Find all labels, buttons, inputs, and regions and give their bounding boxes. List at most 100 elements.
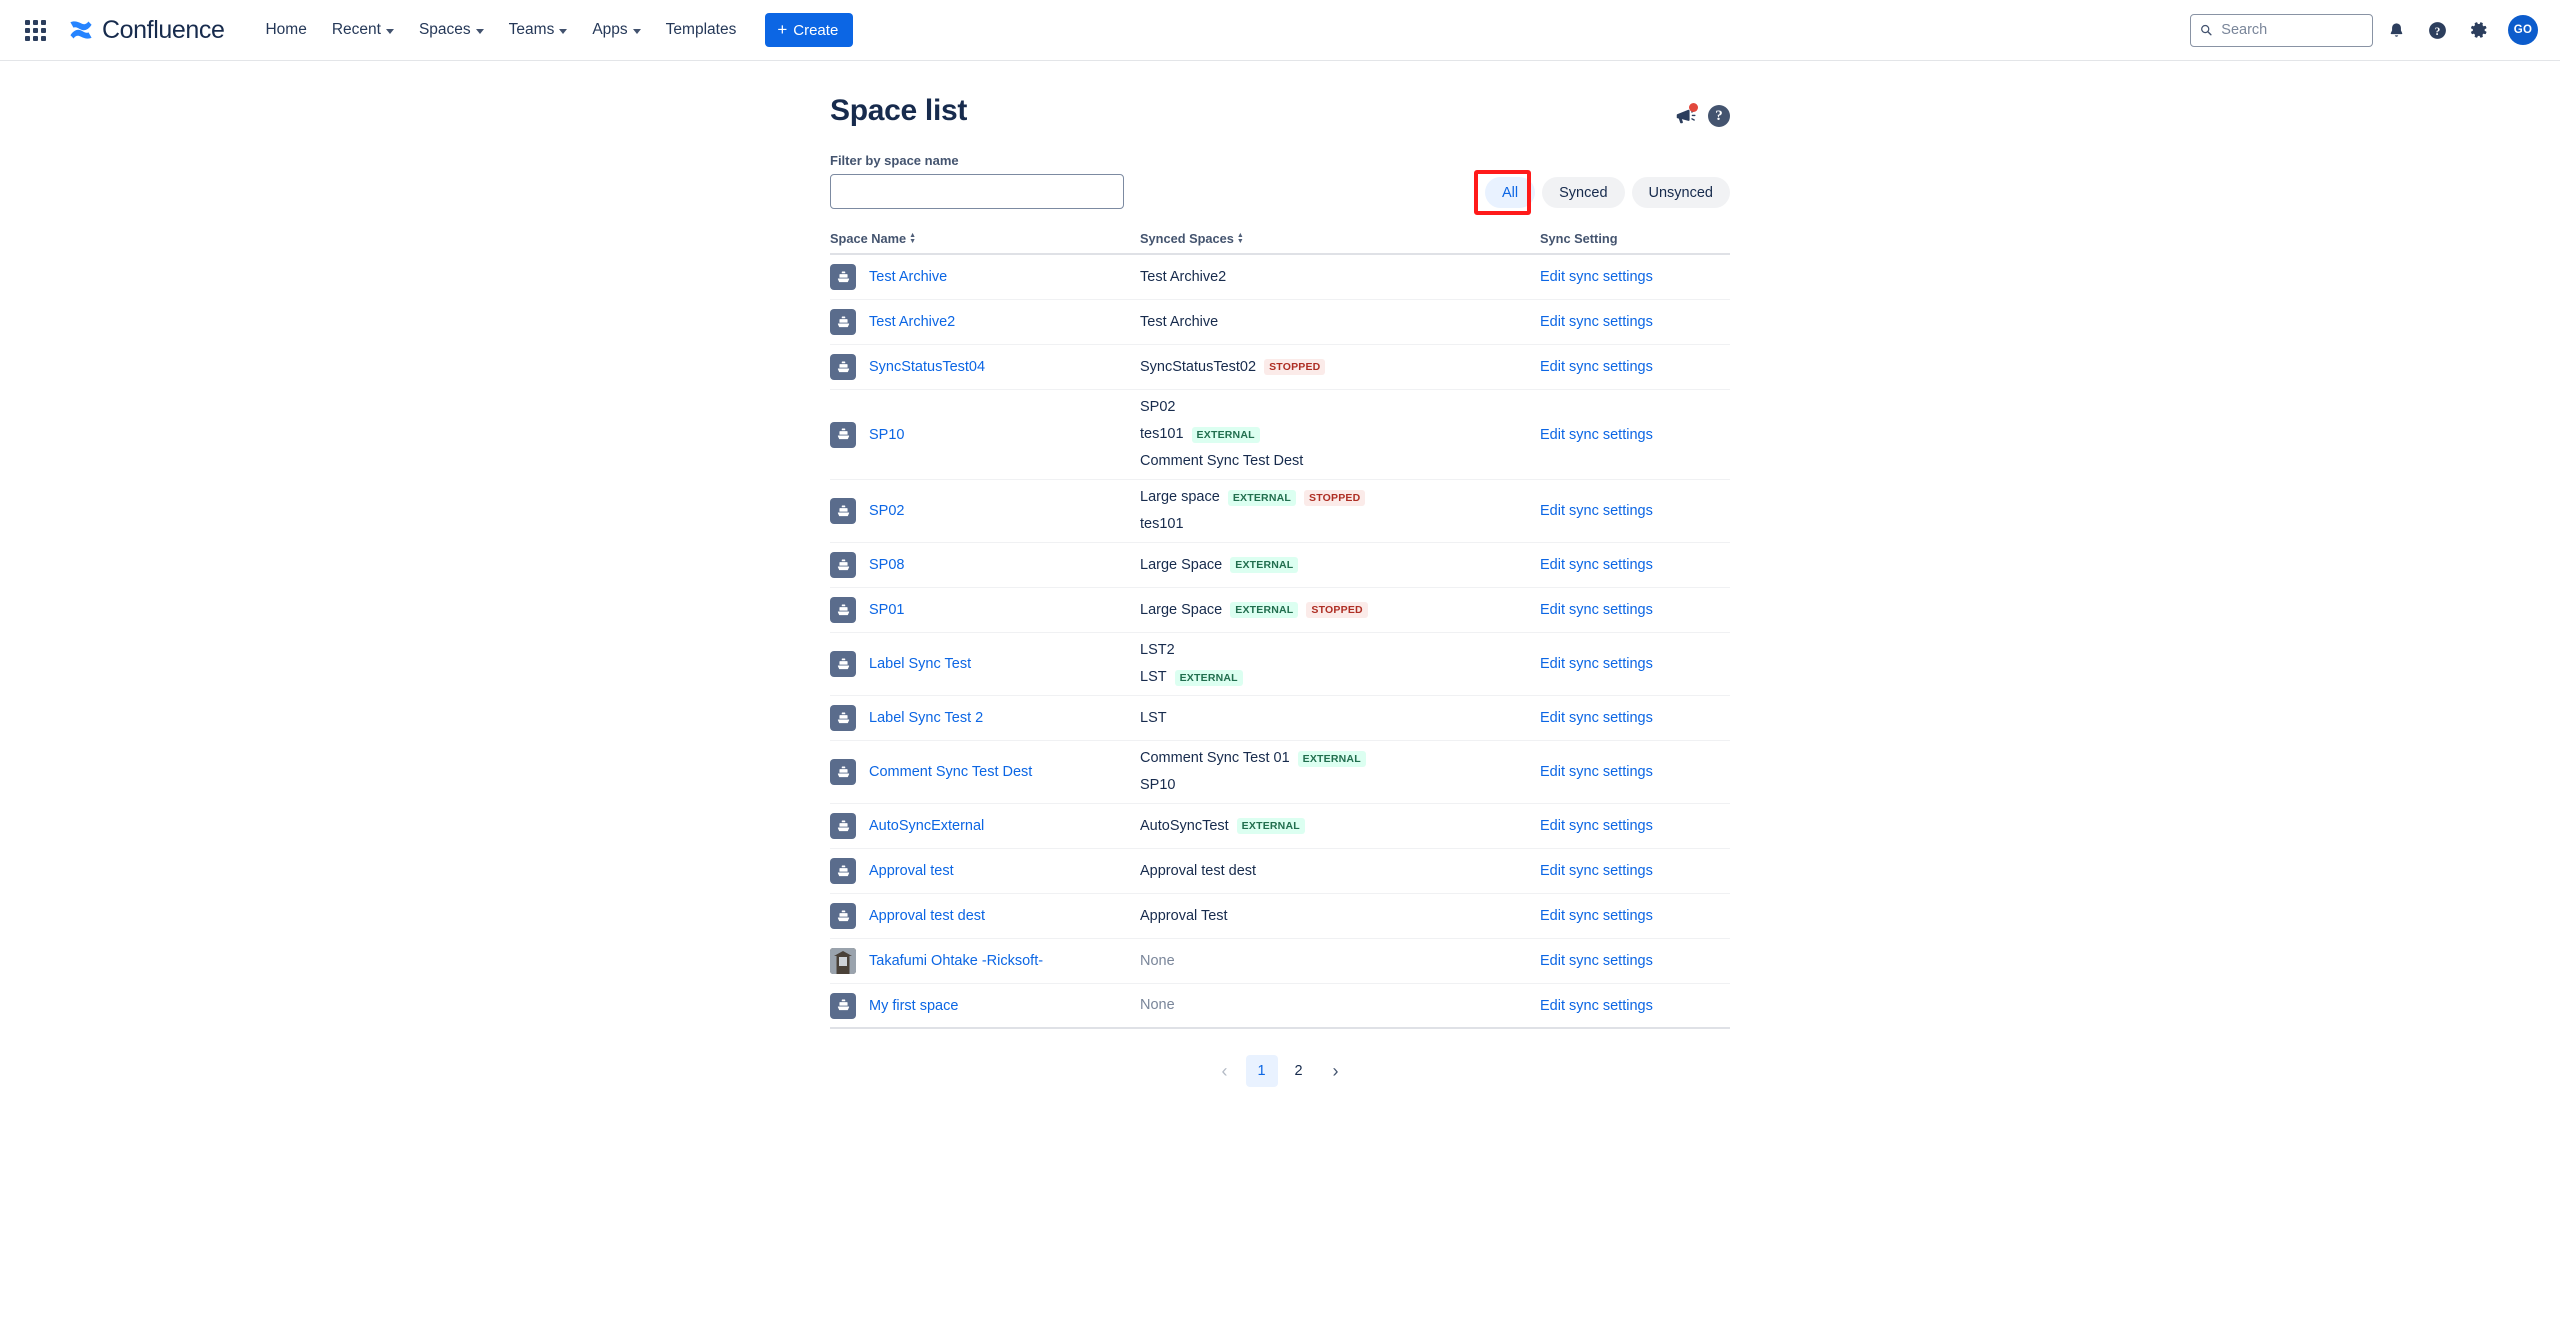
- table-row: AutoSyncExternal AutoSyncTestEXTERNALEdit…: [830, 804, 1730, 849]
- space-name-link[interactable]: Approval test dest: [869, 908, 985, 924]
- help-icon[interactable]: ?: [2420, 13, 2455, 48]
- space-name-link[interactable]: SP08: [869, 557, 904, 573]
- cell-space-name: SP02: [830, 498, 1140, 524]
- sort-icon: ▲▼: [1237, 233, 1244, 245]
- edit-sync-settings-link[interactable]: Edit sync settings: [1540, 427, 1653, 443]
- cell-sync-setting: Edit sync settings: [1540, 763, 1730, 781]
- filter-toggle-synced[interactable]: Synced: [1542, 177, 1624, 208]
- cell-sync-setting: Edit sync settings: [1540, 655, 1730, 673]
- edit-sync-settings-link[interactable]: Edit sync settings: [1540, 557, 1653, 573]
- status-badge-stopped: STOPPED: [1304, 490, 1365, 506]
- nav-item-spaces[interactable]: Spaces: [408, 13, 495, 47]
- settings-gear-icon[interactable]: [2461, 13, 2496, 48]
- space-name-link[interactable]: Takafumi Ohtake -Ricksoft-: [869, 953, 1043, 969]
- space-name-link[interactable]: Test Archive2: [869, 314, 955, 330]
- space-list-table: Space Name ▲▼ Synced Spaces ▲▼ Sync Sett…: [830, 231, 1730, 1029]
- nav-item-teams[interactable]: Teams: [498, 13, 579, 47]
- edit-sync-settings-link[interactable]: Edit sync settings: [1540, 710, 1653, 726]
- app-switcher-icon[interactable]: [16, 11, 54, 49]
- notification-bell-icon[interactable]: [2379, 13, 2414, 48]
- user-avatar[interactable]: GO: [2508, 15, 2538, 45]
- space-icon: [830, 309, 856, 335]
- edit-sync-settings-link[interactable]: Edit sync settings: [1540, 863, 1653, 879]
- chevron-right-icon: ›: [1333, 1061, 1339, 1082]
- space-name-link[interactable]: Comment Sync Test Dest: [869, 764, 1032, 780]
- cell-sync-setting: Edit sync settings: [1540, 601, 1730, 619]
- edit-sync-settings-link[interactable]: Edit sync settings: [1540, 656, 1653, 672]
- space-name-link[interactable]: My first space: [869, 998, 958, 1014]
- edit-sync-settings-link[interactable]: Edit sync settings: [1540, 818, 1653, 834]
- pagination: ‹ 1 2 ›: [830, 1055, 1730, 1087]
- nav-item-apps[interactable]: Apps: [581, 13, 651, 47]
- space-name-link[interactable]: SP10: [869, 427, 904, 443]
- table-row: Label Sync Test 2LSTEdit sync settings: [830, 696, 1730, 741]
- edit-sync-settings-link[interactable]: Edit sync settings: [1540, 359, 1653, 375]
- global-navigation-bar: Confluence Home Recent Spaces Teams Apps…: [0, 0, 2560, 61]
- column-header-label: Synced Spaces: [1140, 231, 1234, 246]
- megaphone-icon[interactable]: [1672, 103, 1698, 129]
- question-mark-icon[interactable]: ?: [1708, 105, 1730, 127]
- filter-by-space-name-input[interactable]: [830, 174, 1124, 209]
- table-row: SP08 Large SpaceEXTERNALEdit sync setting…: [830, 543, 1730, 588]
- cell-space-name: SP01: [830, 597, 1140, 623]
- space-name-link[interactable]: Approval test: [869, 863, 954, 879]
- synced-space-entry: Large SpaceEXTERNAL: [1140, 557, 1540, 574]
- space-name-link[interactable]: AutoSyncExternal: [869, 818, 984, 834]
- edit-sync-settings-link[interactable]: Edit sync settings: [1540, 908, 1653, 924]
- edit-sync-settings-link[interactable]: Edit sync settings: [1540, 503, 1653, 519]
- search-box[interactable]: [2190, 14, 2373, 47]
- nav-item-recent[interactable]: Recent: [321, 13, 405, 47]
- nav-item-templates[interactable]: Templates: [655, 13, 748, 47]
- cell-space-name: AutoSyncExternal: [830, 813, 1140, 839]
- pagination-prev-button[interactable]: ‹: [1209, 1055, 1241, 1087]
- edit-sync-settings-link[interactable]: Edit sync settings: [1540, 998, 1653, 1014]
- confluence-mark-icon: [68, 17, 94, 43]
- nav-item-label: Recent: [332, 21, 381, 39]
- edit-sync-settings-link[interactable]: Edit sync settings: [1540, 269, 1653, 285]
- nav-item-home[interactable]: Home: [254, 13, 317, 47]
- cell-sync-setting: Edit sync settings: [1540, 907, 1730, 925]
- cell-sync-setting: Edit sync settings: [1540, 952, 1730, 970]
- cell-space-name: Approval test dest: [830, 903, 1140, 929]
- filter-toggle-unsynced[interactable]: Unsynced: [1632, 177, 1730, 208]
- column-header-synced-spaces[interactable]: Synced Spaces ▲▼: [1140, 231, 1540, 246]
- space-icon: [830, 993, 856, 1019]
- space-name-link[interactable]: Test Archive: [869, 269, 947, 285]
- nav-right-cluster: ? GO: [2190, 13, 2538, 48]
- question-circle-glyph: ?: [2427, 20, 2448, 41]
- space-name-link[interactable]: SyncStatusTest04: [869, 359, 985, 375]
- space-icon: [830, 903, 856, 929]
- gear-glyph: [2469, 20, 2489, 40]
- synced-space-entry: Approval Test: [1140, 908, 1540, 925]
- pagination-page-1[interactable]: 1: [1246, 1055, 1278, 1087]
- synced-space-entry: LST2: [1140, 642, 1540, 659]
- confluence-logo[interactable]: Confluence: [68, 16, 224, 45]
- synced-space-name: tes101: [1140, 426, 1184, 443]
- search-input[interactable]: [2219, 21, 2363, 39]
- space-name-link[interactable]: Label Sync Test: [869, 656, 971, 672]
- synced-space-name: LST2: [1140, 642, 1175, 659]
- cell-sync-setting: Edit sync settings: [1540, 502, 1730, 520]
- synced-space-entry: tes101: [1140, 516, 1540, 533]
- cell-space-name: Label Sync Test: [830, 651, 1140, 677]
- cell-synced-spaces: AutoSyncTestEXTERNAL: [1140, 809, 1540, 844]
- status-badge-external: EXTERNAL: [1237, 818, 1305, 834]
- space-name-link[interactable]: SP02: [869, 503, 904, 519]
- filter-toggle-all[interactable]: All: [1485, 177, 1535, 208]
- edit-sync-settings-link[interactable]: Edit sync settings: [1540, 764, 1653, 780]
- edit-sync-settings-link[interactable]: Edit sync settings: [1540, 314, 1653, 330]
- space-name-link[interactable]: SP01: [869, 602, 904, 618]
- cell-synced-spaces: None: [1140, 988, 1540, 1023]
- column-header-space-name[interactable]: Space Name ▲▼: [830, 231, 1140, 246]
- edit-sync-settings-link[interactable]: Edit sync settings: [1540, 602, 1653, 618]
- pagination-page-2[interactable]: 2: [1283, 1055, 1315, 1087]
- pagination-next-button[interactable]: ›: [1320, 1055, 1352, 1087]
- chevron-down-icon: [559, 29, 567, 34]
- space-name-link[interactable]: Label Sync Test 2: [869, 710, 983, 726]
- space-icon: [830, 813, 856, 839]
- edit-sync-settings-link[interactable]: Edit sync settings: [1540, 953, 1653, 969]
- column-header-sync-setting: Sync Setting: [1540, 231, 1730, 246]
- pagination-page-label: 1: [1257, 1063, 1265, 1079]
- svg-text:?: ?: [2435, 25, 2441, 37]
- create-button[interactable]: + Create: [765, 13, 853, 47]
